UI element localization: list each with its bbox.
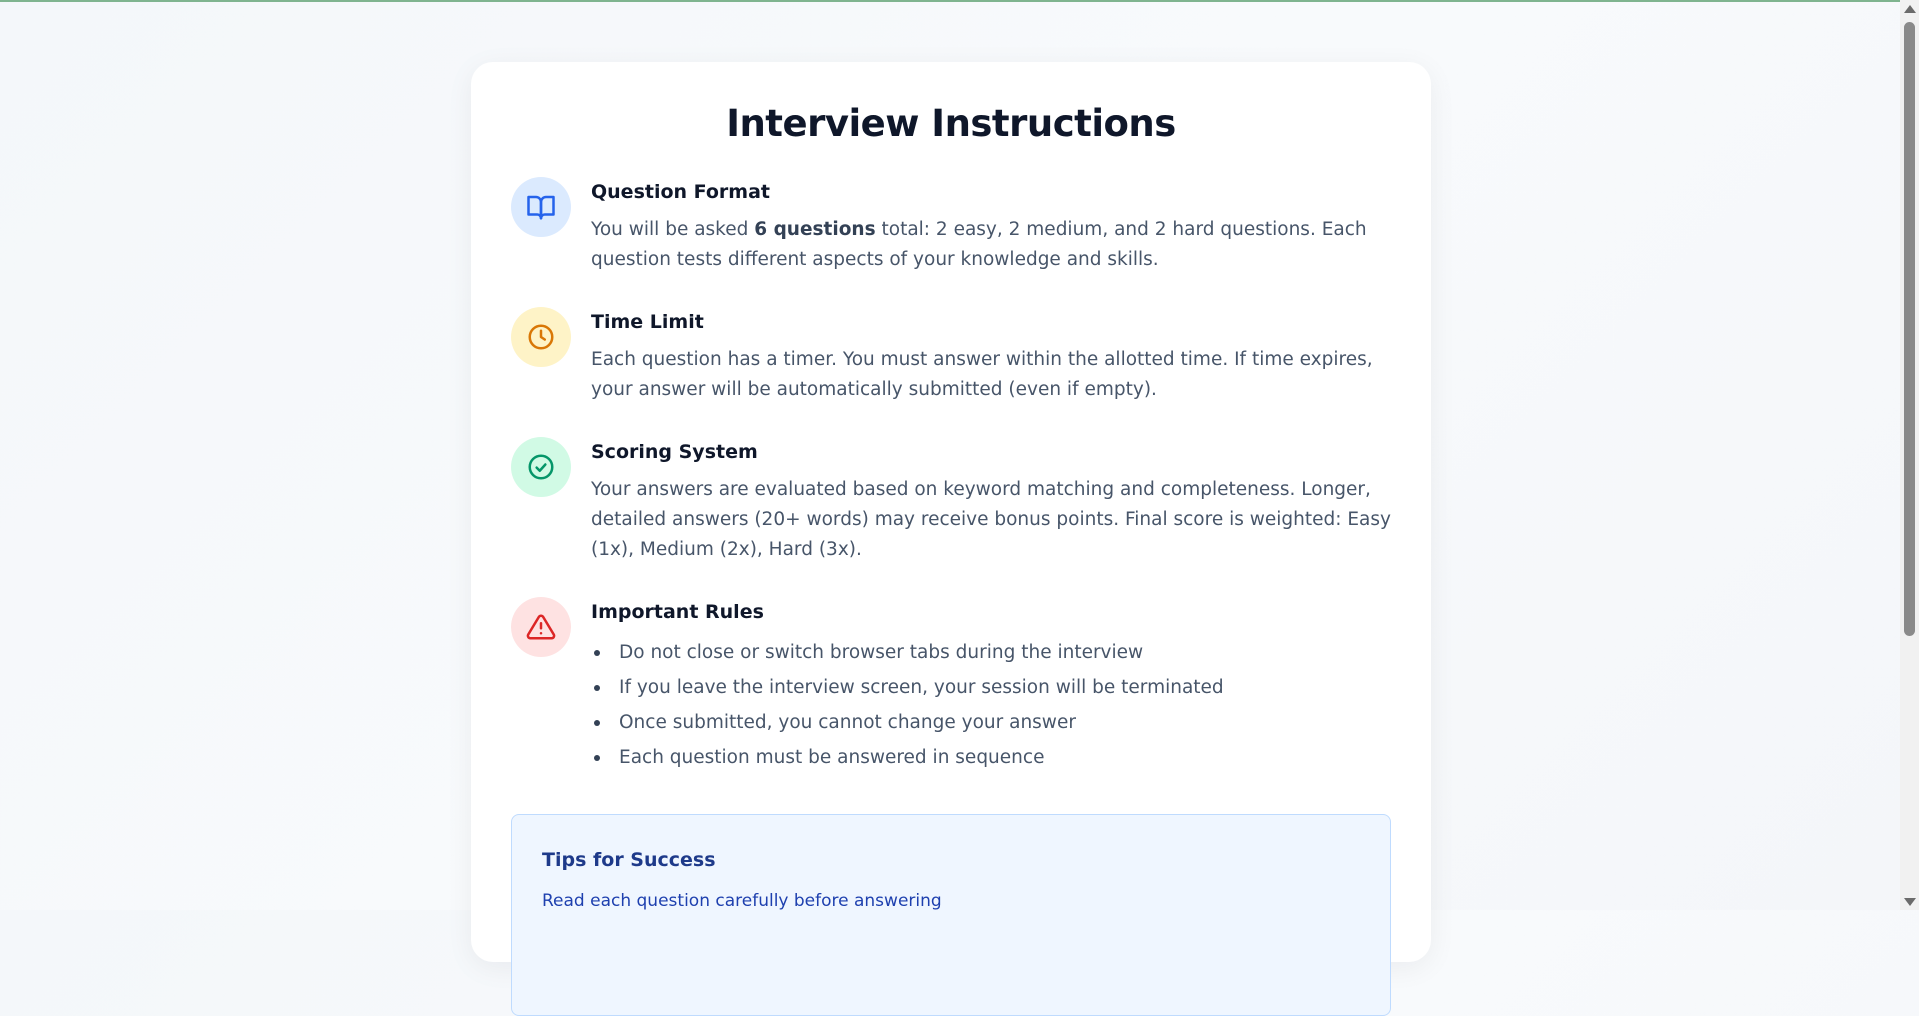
- section-title: Important Rules: [591, 601, 764, 623]
- scrollbar-thumb[interactable]: [1904, 22, 1915, 636]
- page-title: Interview Instructions: [726, 102, 1176, 145]
- section-text: You will be asked 6 questions total: 2 e…: [591, 219, 1367, 270]
- list-item: If you leave the interview screen, your …: [591, 670, 1391, 705]
- warning-triangle-icon: [511, 597, 571, 657]
- section-title: Scoring System: [591, 441, 758, 463]
- rules-list: Do not close or switch browser tabs duri…: [591, 635, 1391, 775]
- top-accent-bar: [0, 0, 1900, 2]
- instructions-card: Interview Instructions Question Format Y…: [471, 62, 1431, 1016]
- section-text: Your answers are evaluated based on keyw…: [591, 479, 1391, 560]
- clock-icon: [511, 307, 571, 367]
- section-title: Question Format: [591, 181, 770, 203]
- scroll-up-arrow-icon[interactable]: [1904, 5, 1916, 13]
- check-circle-icon: [511, 437, 571, 497]
- book-open-icon: [511, 177, 571, 237]
- vertical-scrollbar[interactable]: [1900, 0, 1919, 910]
- tip-item: Read each question carefully before answ…: [542, 891, 942, 911]
- tips-box: Tips for Success Read each question care…: [511, 814, 1391, 1016]
- section-title: Time Limit: [591, 311, 704, 333]
- list-item: Each question must be answered in sequen…: [591, 740, 1391, 775]
- tips-title: Tips for Success: [542, 849, 716, 871]
- list-item: Do not close or switch browser tabs duri…: [591, 635, 1391, 670]
- scroll-down-arrow-icon[interactable]: [1904, 898, 1916, 906]
- section-text: Each question has a timer. You must answ…: [591, 349, 1373, 400]
- list-item: Once submitted, you cannot change your a…: [591, 705, 1391, 740]
- question-count: 6 questions: [754, 219, 876, 240]
